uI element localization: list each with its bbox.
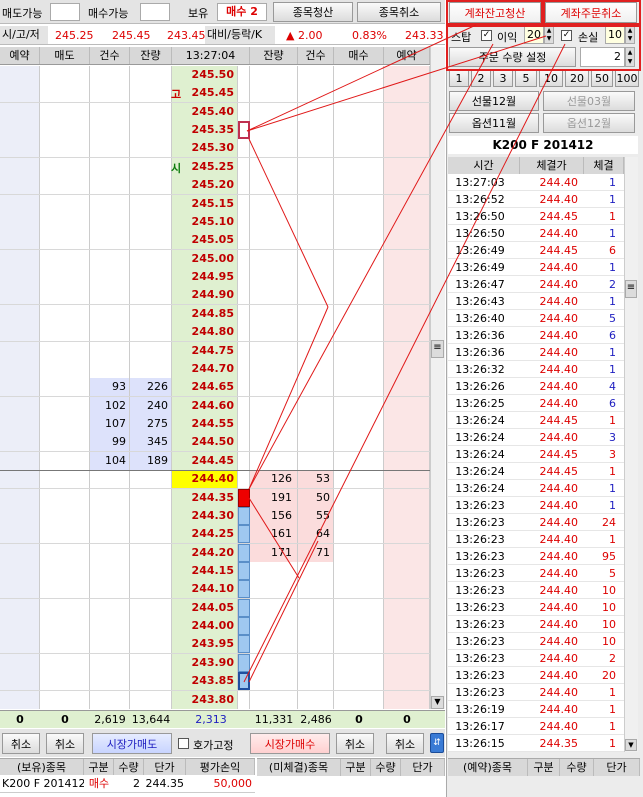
annotation-lines [243, 24, 566, 683]
